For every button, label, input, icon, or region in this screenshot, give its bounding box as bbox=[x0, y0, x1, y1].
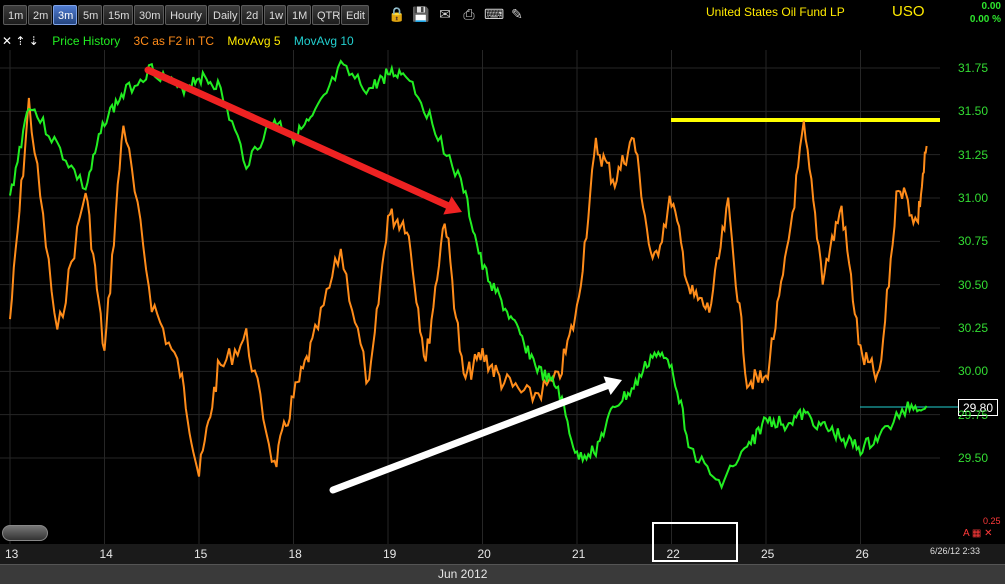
x-tick-label: 14 bbox=[99, 547, 113, 561]
y-tick-label: 30.75 bbox=[958, 234, 989, 249]
y-tick-label: 29.50 bbox=[958, 451, 989, 465]
x-tick-label: 26 bbox=[855, 547, 869, 561]
timestamp-label: 6/26/12 2:33 bbox=[930, 546, 981, 556]
x-tick-label: 18 bbox=[288, 547, 302, 561]
y-tick-label: 31.00 bbox=[958, 191, 989, 205]
chart-scroll-handle[interactable] bbox=[2, 525, 48, 541]
x-tick-label: 25 bbox=[761, 547, 775, 561]
annotation-red-arrow bbox=[144, 66, 451, 209]
annotation-white-arrow bbox=[329, 382, 611, 494]
y-tick-label: 31.25 bbox=[958, 147, 989, 162]
indicator-scale-label: 0.25 bbox=[983, 516, 1001, 526]
month-label: Jun 2012 bbox=[438, 567, 488, 581]
highlight-box bbox=[652, 522, 738, 562]
x-axis: 13 14 15 18 19 20 21 22 25 26 bbox=[0, 544, 1005, 564]
month-bar: Jun 2012 bbox=[0, 564, 1005, 584]
y-tick-label: 29.75 bbox=[958, 407, 989, 422]
y-tick-label: 30.50 bbox=[958, 277, 989, 292]
x-tick-label: 21 bbox=[572, 547, 586, 561]
axis-toggle-icons[interactable]: A ▦ ✕ bbox=[963, 528, 993, 539]
y-tick-label: 31.50 bbox=[958, 104, 989, 119]
price-chart[interactable] bbox=[0, 0, 1005, 544]
x-tick-label: 19 bbox=[383, 547, 397, 561]
x-tick-label: 13 bbox=[5, 547, 19, 561]
x-tick-label: 20 bbox=[477, 547, 491, 561]
y-tick-label: 31.75 bbox=[958, 61, 989, 75]
y-tick-label: 30.00 bbox=[958, 364, 989, 379]
x-tick-label: 15 bbox=[194, 547, 208, 561]
y-tick-label: 30.25 bbox=[958, 321, 989, 335]
